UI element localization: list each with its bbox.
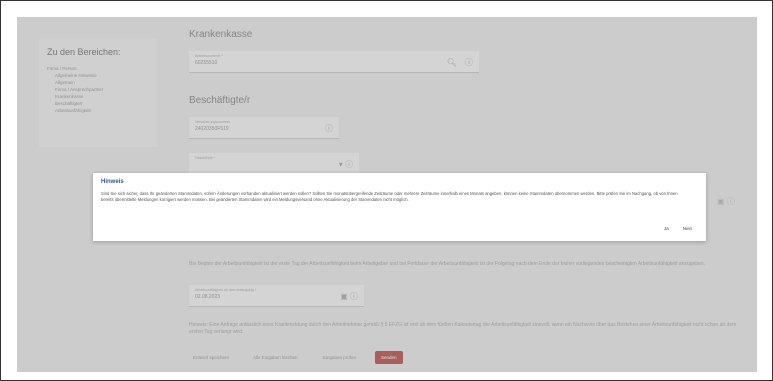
no-button[interactable]: Nein: [683, 226, 692, 231]
dialog-actions: Ja Nein: [664, 226, 692, 231]
screen-frame: Zu den Bereichen: Firma / Person Allgeme…: [0, 0, 773, 381]
calendar-help-icons-right[interactable]: ▣ ⓘ: [717, 196, 735, 207]
yes-button[interactable]: Ja: [664, 226, 669, 231]
dialog-message: Sind Sie sich sicher, dass Ihr geänderte…: [101, 191, 678, 202]
confirmation-dialog: Hinweis Sind Sie sich sicher, dass Ihr g…: [93, 173, 706, 241]
dialog-title: Hinweis: [101, 179, 124, 185]
